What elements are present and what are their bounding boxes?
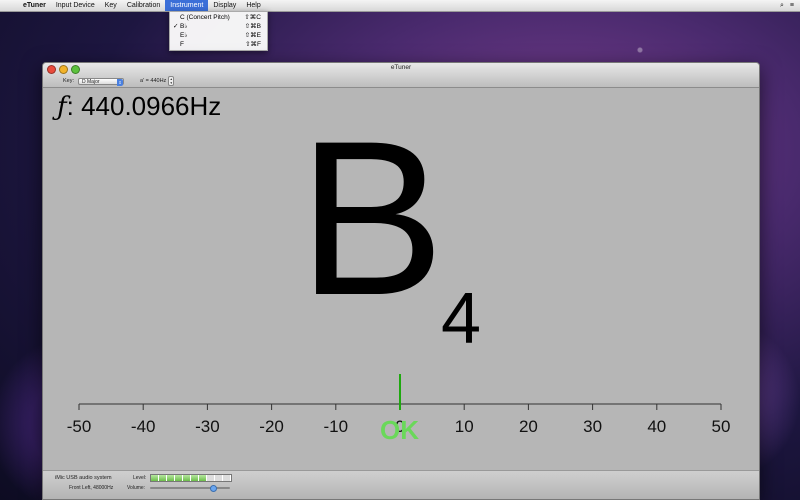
menu-item-shortcut: ⇧⌘F	[245, 41, 261, 48]
level-meter-segment	[151, 475, 159, 481]
level-label: Level:	[133, 475, 147, 481]
level-meter-segment	[175, 475, 183, 481]
menu-etuner[interactable]: eTuner	[18, 0, 51, 11]
spotlight-icon[interactable]: ⌕	[780, 2, 784, 10]
status-bar: iMic USB audio system Front Left, 48000H…	[43, 470, 759, 499]
menu-calibration[interactable]: Calibration	[122, 0, 165, 11]
menu-item-shortcut: ⇧⌘C	[244, 14, 261, 21]
level-meter	[150, 474, 232, 482]
scale-tick-label: -50	[67, 417, 92, 436]
menu-extras-icon[interactable]: ≡	[790, 2, 794, 10]
instrument-menu: C (Concert Pitch) ⇧⌘C ✓ B♭ ⇧⌘B E♭ ⇧⌘E F …	[169, 11, 268, 51]
level-meter-segment	[159, 475, 167, 481]
scale-tick-label: -40	[131, 417, 156, 436]
scale-tick-label: 50	[712, 417, 731, 436]
scale-tick-label: 10	[455, 417, 474, 436]
level-meter-segment	[207, 475, 215, 481]
toolbar: Key: D Major ⇕ a' = 440Hz ▲ ▼	[63, 76, 175, 86]
key-select-value: D Major	[82, 78, 100, 85]
frequency-symbol: ƒ	[57, 92, 67, 122]
menu-key[interactable]: Key	[100, 0, 122, 11]
menu-help[interactable]: Help	[241, 0, 265, 11]
check-icon	[173, 13, 180, 22]
menu-item-label: E♭	[180, 32, 188, 39]
chevron-down-icon: ⇕	[117, 78, 124, 86]
scale-tick-label: -20	[259, 417, 284, 436]
level-meter-segment	[223, 475, 231, 481]
frequency-readout: ƒ: 440.0966Hz	[57, 91, 221, 122]
menu-item-label: F	[180, 41, 184, 48]
level-meter-segment	[183, 475, 191, 481]
volume-slider-knob[interactable]	[209, 485, 217, 492]
note-name: B	[298, 95, 445, 341]
octave-number: 4	[441, 279, 482, 359]
etuner-window: eTuner Key: D Major ⇕ a' = 440Hz ▲ ▼ ƒ: 4…	[42, 62, 760, 500]
scale-tick-label: -10	[324, 417, 349, 436]
volume-slider[interactable]	[150, 485, 230, 492]
menu-item-f[interactable]: F ⇧⌘F	[170, 40, 267, 49]
reference-pitch-label: a' = 440Hz	[140, 78, 167, 84]
menu-bar: eTuner Input Device Key Calibration Inst…	[0, 0, 800, 12]
input-channel-info: Front Left, 48000Hz	[69, 485, 114, 491]
reference-pitch-stepper[interactable]: ▲ ▼	[168, 76, 175, 86]
volume-label: Volume:	[127, 485, 146, 491]
menu-input-device[interactable]: Input Device	[51, 0, 100, 11]
check-icon	[173, 31, 180, 40]
level-meter-segment	[167, 475, 175, 481]
scale-tick-label: 30	[583, 417, 602, 436]
scale-tick-label: -30	[195, 417, 220, 436]
menu-instrument[interactable]: Instrument	[165, 0, 209, 11]
in-tune-status: OK	[380, 415, 419, 445]
level-meter-segment	[215, 475, 223, 481]
window-title: eTuner	[390, 64, 412, 71]
title-bar: eTuner Key: D Major ⇕ a' = 440Hz ▲ ▼	[43, 63, 759, 88]
level-meter-segment	[199, 475, 207, 481]
menu-item-shortcut: ⇧⌘B	[244, 23, 261, 30]
menu-display[interactable]: Display	[208, 0, 241, 11]
menu-item-concert-pitch[interactable]: C (Concert Pitch) ⇧⌘C	[170, 13, 267, 22]
input-device-name: iMic USB audio system	[55, 475, 112, 481]
level-meter-segment	[191, 475, 199, 481]
key-label: Key:	[63, 78, 75, 84]
reference-pitch: a' = 440Hz ▲ ▼	[140, 76, 175, 86]
menu-item-e-flat[interactable]: E♭ ⇧⌘E	[170, 31, 267, 40]
menu-item-label: C (Concert Pitch)	[180, 14, 230, 21]
frequency-value: : 440.0966Hz	[66, 91, 222, 121]
check-icon	[173, 40, 180, 49]
scale-tick-label: 40	[647, 417, 666, 436]
menu-item-label: B♭	[180, 23, 188, 30]
key-select[interactable]: D Major ⇕	[78, 77, 125, 86]
menu-item-b-flat[interactable]: ✓ B♭ ⇧⌘B	[170, 22, 267, 31]
check-icon: ✓	[173, 23, 179, 30]
menu-item-shortcut: ⇧⌘E	[244, 32, 261, 39]
scale-tick-label: 20	[519, 417, 538, 436]
